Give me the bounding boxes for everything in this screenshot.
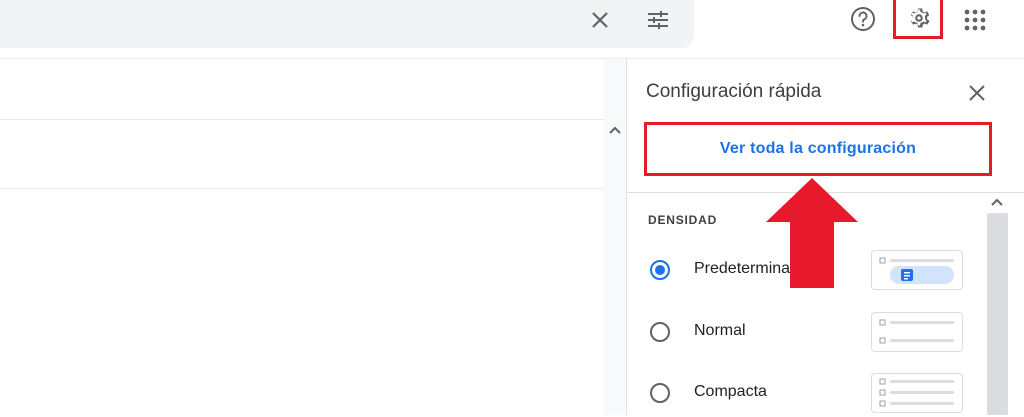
annotation-arrow-icon [766, 178, 858, 288]
chevron-up-icon[interactable] [608, 125, 622, 135]
density-section-label: DENSIDAD [648, 213, 718, 227]
density-option-label: Normal [694, 322, 746, 339]
close-icon[interactable] [967, 83, 987, 103]
density-preview-default [871, 250, 963, 290]
top-bar [0, 0, 1024, 58]
see-all-settings-button[interactable]: Ver toda la configuración [644, 122, 992, 176]
search-bar[interactable] [0, 0, 694, 48]
density-preview-compact [871, 373, 963, 413]
panel-title: Configuración rápida [646, 81, 822, 102]
preview-compact-icon [879, 378, 954, 407]
close-icon[interactable] [588, 8, 612, 32]
density-option-compact[interactable]: Compacta [627, 373, 977, 413]
density-preview-normal [871, 312, 963, 352]
apps-grid-icon[interactable] [962, 7, 988, 33]
density-option-normal[interactable]: Normal [627, 312, 977, 352]
radio-unselected-icon[interactable] [649, 321, 671, 343]
main-content [0, 59, 604, 415]
preview-normal-icon [879, 319, 954, 344]
tune-icon[interactable] [646, 8, 670, 32]
panel-scrollbar[interactable] [984, 193, 1010, 415]
gear-icon[interactable] [906, 5, 932, 31]
radio-unselected-icon[interactable] [649, 382, 671, 404]
density-option-label: Compacta [694, 383, 767, 400]
main-scrollbar[interactable] [604, 59, 626, 415]
radio-selected-icon[interactable] [649, 259, 671, 281]
list-divider [0, 119, 604, 120]
chevron-up-icon[interactable] [990, 197, 1004, 207]
scrollbar-thumb[interactable] [987, 213, 1008, 415]
help-icon[interactable] [849, 5, 877, 33]
list-divider [0, 188, 604, 189]
preview-default-icon [879, 257, 954, 284]
